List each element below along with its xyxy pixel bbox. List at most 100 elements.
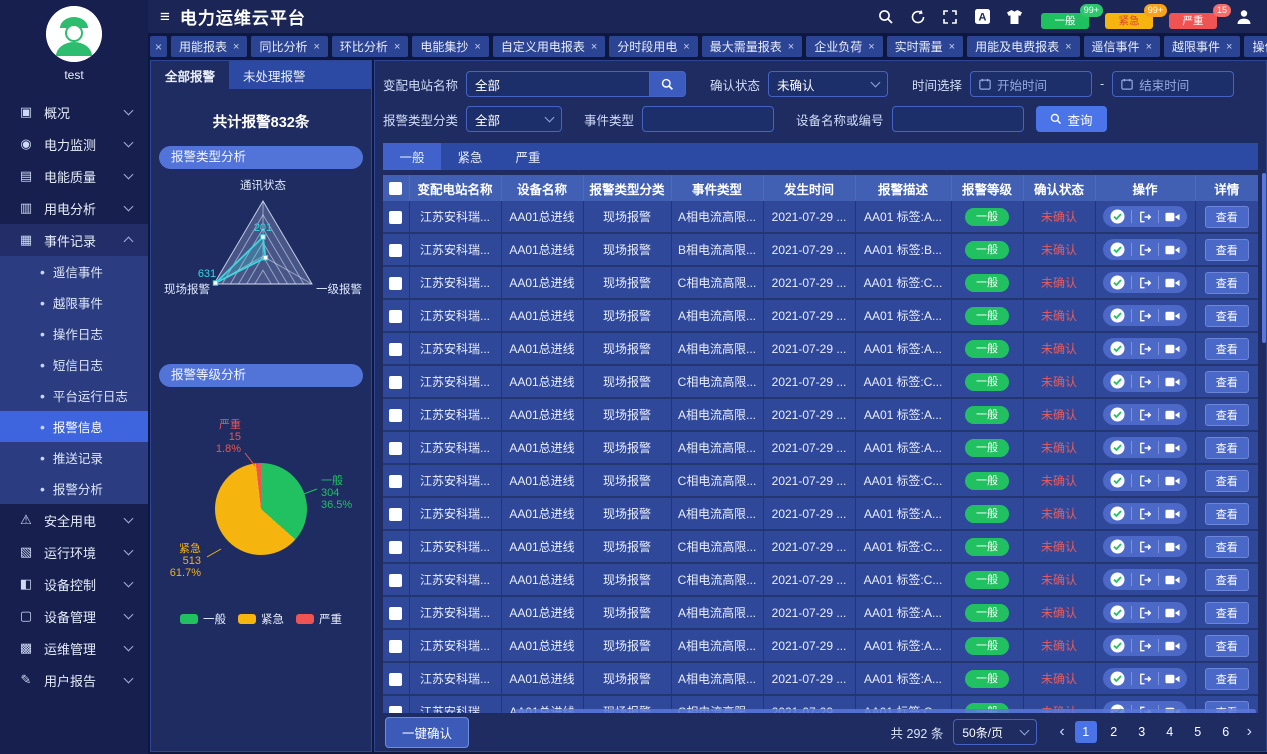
view-button[interactable]: 查看 (1205, 569, 1249, 591)
tab-close-icon[interactable]: × (394, 41, 400, 53)
start-time-input[interactable]: 开始时间 (970, 71, 1092, 97)
column-header-确认状态[interactable]: 确认状态 (1023, 175, 1095, 201)
page-button-3[interactable]: 3 (1131, 721, 1153, 743)
push-button[interactable] (1138, 342, 1152, 356)
user-icon[interactable] (1235, 8, 1253, 26)
view-button[interactable]: 查看 (1205, 404, 1249, 426)
push-button[interactable] (1138, 573, 1152, 587)
theme-icon[interactable] (1005, 8, 1023, 26)
select-all-checkbox[interactable] (389, 182, 402, 195)
refresh-icon[interactable] (909, 8, 927, 26)
view-button[interactable]: 查看 (1205, 668, 1249, 690)
video-button[interactable] (1165, 376, 1180, 388)
video-button[interactable] (1165, 508, 1180, 520)
sidebar-subitem-操作日志[interactable]: •操作日志 (0, 318, 148, 349)
language-icon[interactable]: A (973, 8, 991, 26)
view-button[interactable]: 查看 (1205, 602, 1249, 624)
push-button[interactable] (1138, 672, 1152, 686)
confirm-button[interactable] (1110, 539, 1125, 554)
confirm-button[interactable] (1110, 638, 1125, 653)
push-button[interactable] (1138, 210, 1152, 224)
tab-自定义用电报表[interactable]: 自定义用电报表× (493, 36, 605, 57)
tab-环比分析[interactable]: 环比分析× (332, 36, 408, 57)
tab-电能集抄[interactable]: 电能集抄× (412, 36, 488, 57)
push-button[interactable] (1138, 540, 1152, 554)
sidebar-subitem-遥信事件[interactable]: •遥信事件 (0, 256, 148, 287)
sidebar-subitem-平台运行日志[interactable]: •平台运行日志 (0, 380, 148, 411)
video-button[interactable] (1165, 541, 1180, 553)
tab-同比分析[interactable]: 同比分析× (251, 36, 327, 57)
tab-遥信事件[interactable]: 遥信事件× (1084, 36, 1160, 57)
view-button[interactable]: 查看 (1205, 272, 1249, 294)
row-checkbox[interactable] (389, 376, 402, 389)
video-button[interactable] (1165, 442, 1180, 454)
confirm-button[interactable] (1110, 275, 1125, 290)
tab-分时段用电[interactable]: 分时段用电× (609, 36, 697, 57)
push-button[interactable] (1138, 441, 1152, 455)
sidebar-item-设备管理[interactable]: ▢设备管理 (0, 600, 148, 632)
user-avatar[interactable] (46, 6, 102, 62)
station-input[interactable]: 全部 (466, 71, 650, 97)
column-header-报警等级[interactable]: 报警等级 (951, 175, 1023, 201)
confirm-button[interactable] (1110, 605, 1125, 620)
end-time-input[interactable]: 结束时间 (1112, 71, 1234, 97)
view-button[interactable]: 查看 (1205, 371, 1249, 393)
station-search-button[interactable] (650, 71, 686, 97)
view-button[interactable]: 查看 (1205, 206, 1249, 228)
column-header-详情[interactable]: 详情 (1195, 175, 1258, 201)
confirm-button[interactable] (1110, 242, 1125, 257)
row-checkbox[interactable] (389, 607, 402, 620)
column-header-报警描述[interactable]: 报警描述 (855, 175, 951, 201)
push-button[interactable] (1138, 606, 1152, 620)
push-button[interactable] (1138, 639, 1152, 653)
push-button[interactable] (1138, 507, 1152, 521)
tab-越限事件[interactable]: 越限事件× (1164, 36, 1240, 57)
confirm-button[interactable] (1110, 209, 1125, 224)
sidebar-item-概况[interactable]: ▣概况 (0, 96, 148, 128)
confirm-button[interactable] (1110, 341, 1125, 356)
video-button[interactable] (1165, 343, 1180, 355)
column-header-操作[interactable]: 操作 (1095, 175, 1195, 201)
confirm-button[interactable] (1110, 671, 1125, 686)
video-button[interactable] (1165, 244, 1180, 256)
sidebar-item-设备控制[interactable]: ◧设备控制 (0, 568, 148, 600)
sidebar-item-用户报告[interactable]: ✎用户报告 (0, 664, 148, 696)
video-button[interactable] (1165, 277, 1180, 289)
tab-close-icon[interactable]: × (591, 41, 597, 53)
column-header-事件类型[interactable]: 事件类型 (671, 175, 763, 201)
vertical-scrollbar[interactable] (1262, 173, 1266, 343)
row-checkbox[interactable] (389, 211, 402, 224)
tab-close-icon[interactable]: × (474, 41, 480, 53)
view-button[interactable]: 查看 (1205, 470, 1249, 492)
tab-close-icon[interactable]: × (868, 41, 874, 53)
column-header-设备名称[interactable]: 设备名称 (501, 175, 583, 201)
sidebar-subitem-报警分析[interactable]: •报警分析 (0, 473, 148, 504)
row-checkbox[interactable] (389, 409, 402, 422)
video-button[interactable] (1165, 574, 1180, 586)
view-button[interactable]: 查看 (1205, 239, 1249, 261)
video-button[interactable] (1165, 640, 1180, 652)
tab-最大需量报表[interactable]: 最大需量报表× (702, 36, 802, 57)
view-button[interactable]: 查看 (1205, 338, 1249, 360)
push-button[interactable] (1138, 408, 1152, 422)
column-header-变配电站名称[interactable]: 变配电站名称 (409, 175, 501, 201)
category-select[interactable]: 全部 (466, 106, 562, 132)
sidebar-item-运行环境[interactable]: ▧运行环境 (0, 536, 148, 568)
confirm-button[interactable] (1110, 473, 1125, 488)
page-button-1[interactable]: 1 (1075, 721, 1097, 743)
sidebar-subitem-越限事件[interactable]: •越限事件 (0, 287, 148, 318)
tab-close-icon[interactable]: × (313, 41, 319, 53)
view-button[interactable]: 查看 (1205, 536, 1249, 558)
page-button-5[interactable]: 5 (1187, 721, 1209, 743)
sidebar-item-事件记录[interactable]: ▦事件记录 (0, 224, 148, 256)
row-checkbox[interactable] (389, 541, 402, 554)
sidebar-subitem-报警信息[interactable]: •报警信息 (0, 411, 148, 442)
video-button[interactable] (1165, 673, 1180, 685)
search-icon[interactable] (877, 8, 895, 26)
row-checkbox[interactable] (389, 244, 402, 257)
tab-close-icon[interactable]: × (683, 41, 689, 53)
tab-close-icon[interactable]: × (1146, 41, 1152, 53)
fullscreen-icon[interactable] (941, 8, 959, 26)
video-button[interactable] (1165, 211, 1180, 223)
push-button[interactable] (1138, 243, 1152, 257)
